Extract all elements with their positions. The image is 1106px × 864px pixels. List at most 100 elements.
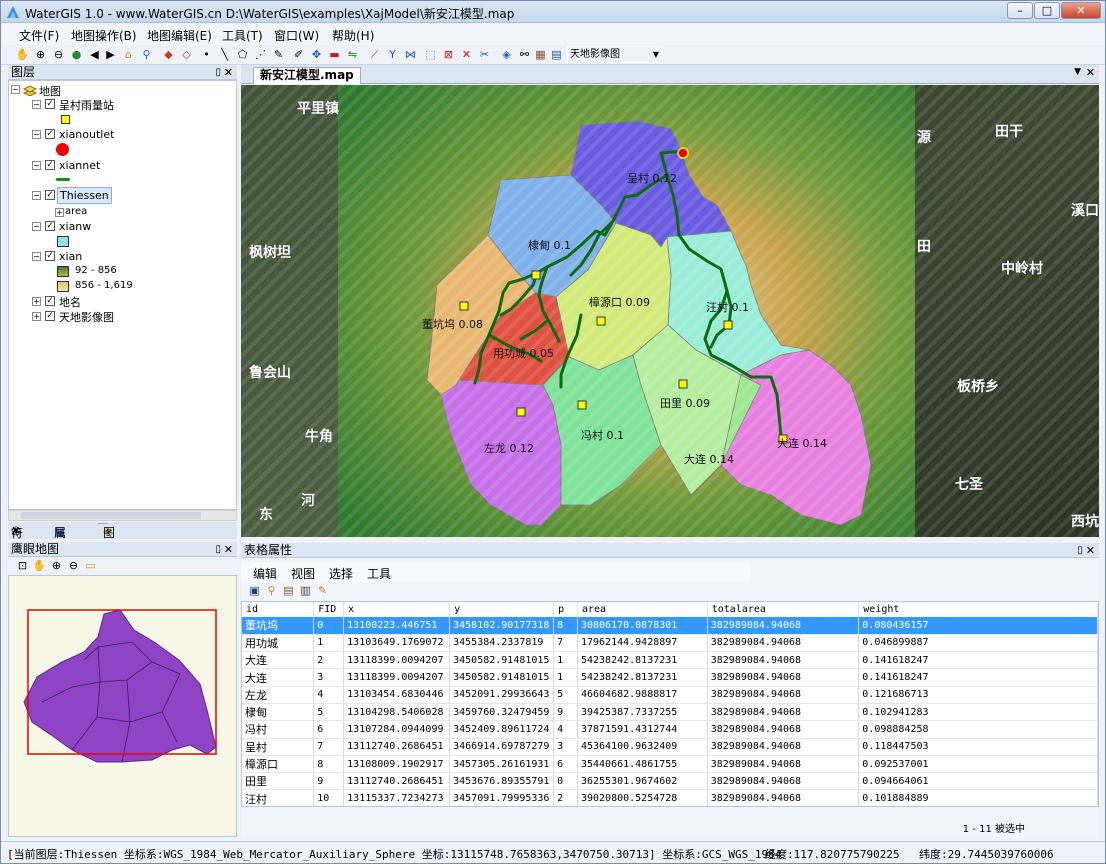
collapse-icon[interactable]: − <box>32 222 41 231</box>
table-row[interactable]: 棣甸 5 13104298.5406028 3459760.32479459 9 3942… <box>242 703 1098 722</box>
export-icon[interactable]: ▤ <box>281 583 296 598</box>
close-button[interactable]: ✕ <box>1061 2 1101 19</box>
collapse-icon[interactable]: − <box>32 191 41 200</box>
collapse-icon[interactable]: − <box>11 85 20 94</box>
pan-icon[interactable]: ✋ <box>32 558 47 573</box>
station-marker[interactable] <box>596 316 606 326</box>
menu-tools[interactable]: 工具(T) <box>222 27 263 44</box>
clear-selection-icon[interactable]: ⊠ <box>441 47 456 62</box>
table-row[interactable]: 用功城 1 13103649.1769072 3455384.2337819 7 1796… <box>242 634 1098 653</box>
tab-layers[interactable]: ◈ 图层 <box>98 523 115 557</box>
layer-label-xianw[interactable]: xianw <box>59 220 91 233</box>
overview-map[interactable] <box>8 575 237 837</box>
close-icon[interactable]: ✕ <box>1086 66 1095 79</box>
table-row[interactable]: 呈村 7 13112740.2686451 3466914.69787279 3 4536… <box>242 738 1098 756</box>
menu-window[interactable]: 窗口(W) <box>274 27 319 44</box>
back-icon[interactable]: ◀ <box>87 47 102 62</box>
cut-icon[interactable]: ✂ <box>477 47 492 62</box>
measure-line-icon[interactable]: ⟋ <box>367 47 382 62</box>
layer-checkbox[interactable]: ✓ <box>45 160 55 170</box>
full-extent-icon[interactable]: ● <box>69 47 84 62</box>
open-folder-icon[interactable]: ▭ <box>83 558 98 573</box>
search-icon[interactable]: ⚲ <box>264 583 279 598</box>
save-icon[interactable]: ▣ <box>247 583 262 598</box>
outlet-point[interactable] <box>677 147 689 159</box>
point-tool-icon[interactable]: • <box>199 47 214 62</box>
menu-map-edit[interactable]: 地图编辑(E) <box>147 27 212 44</box>
line-tool-icon[interactable]: ╲ <box>217 47 232 62</box>
tab-list-icon[interactable]: ▼ <box>1074 67 1081 77</box>
column-header[interactable]: FID <box>313 602 345 617</box>
layer-label-rain-station[interactable]: 呈村雨量站 <box>59 97 114 113</box>
sketch-icon[interactable]: ✐ <box>291 47 306 62</box>
station-marker[interactable] <box>516 407 526 417</box>
delete-icon[interactable]: ✕ <box>459 47 474 62</box>
collapse-icon[interactable]: − <box>32 252 41 261</box>
layer-label-xiannet[interactable]: xiannet <box>59 159 100 172</box>
eraser-icon[interactable]: ▬ <box>327 47 342 62</box>
horizontal-scrollbar[interactable] <box>8 510 237 521</box>
close-icon[interactable]: ✕ <box>1086 543 1095 558</box>
split-icon[interactable]: Y <box>385 47 400 62</box>
table-row[interactable]: 汪村 10 13115337.7234273 3457091.79995336 2 390… <box>242 789 1098 806</box>
layer-checkbox[interactable]: ✓ <box>45 251 55 261</box>
collapse-icon[interactable]: − <box>32 130 41 139</box>
table-row[interactable]: 董坑坞 0 13100223.446751 3458102.90177318 8 3080… <box>242 617 1098 635</box>
expand-icon[interactable]: + <box>55 208 64 217</box>
forward-icon[interactable]: ▶ <box>103 47 118 62</box>
pan-icon[interactable]: ✋ <box>15 47 30 62</box>
layer-label-basemap[interactable]: 天地影像图 <box>59 309 114 325</box>
layer-label-placenames[interactable]: 地名 <box>59 294 81 310</box>
collapse-icon[interactable]: − <box>32 161 41 170</box>
expand-icon[interactable]: + <box>32 312 41 321</box>
move-icon[interactable]: ✥ <box>309 47 324 62</box>
zoom-out-icon[interactable]: ⊖ <box>66 558 81 573</box>
scrollbar-thumb[interactable] <box>21 512 201 519</box>
layer-label-xian[interactable]: xian <box>59 250 82 263</box>
pin-icon[interactable]: ▯ <box>215 542 221 557</box>
table-row[interactable]: 冯村 6 13107284.0944099 3452409.89611724 4 3787… <box>242 720 1098 739</box>
table-row[interactable]: 大连 2 13118399.0094207 3450582.91481015 1 5423… <box>242 651 1098 670</box>
layer-checkbox[interactable]: ✓ <box>45 311 55 321</box>
column-header[interactable]: x <box>343 602 451 617</box>
layer-checkbox[interactable]: ✓ <box>45 190 55 200</box>
pin-icon[interactable]: ▯ <box>215 65 221 80</box>
menu-help[interactable]: 帮助(H) <box>332 27 374 44</box>
column-header[interactable]: area <box>577 602 708 617</box>
station-marker[interactable] <box>577 400 587 410</box>
vertex-tool-icon[interactable]: ⋰ <box>253 47 268 62</box>
edit-icon[interactable]: ✎ <box>315 583 330 598</box>
full-view-icon[interactable]: ⊡ <box>15 558 30 573</box>
pin-icon[interactable]: ▯ <box>1077 543 1083 558</box>
menu-file[interactable]: 文件(F) <box>19 27 59 44</box>
table-menu-edit[interactable]: 编辑 <box>253 565 277 582</box>
layer-checkbox[interactable]: ✓ <box>45 221 55 231</box>
layer-label-xianoutlet[interactable]: xianoutlet <box>59 128 114 141</box>
station-marker[interactable] <box>459 301 469 311</box>
print-icon[interactable]: ▥ <box>298 583 313 598</box>
close-icon[interactable]: ✕ <box>224 542 233 557</box>
station-marker[interactable] <box>678 379 688 389</box>
basemap-select[interactable]: 天地影像图 ▼ <box>567 46 663 63</box>
edit-tool-icon[interactable]: ✎ <box>271 47 286 62</box>
remove-layer-icon[interactable]: ◇ <box>179 47 194 62</box>
table-row[interactable]: 大连 3 13118399.0094207 3450582.91481015 1 5423… <box>242 668 1098 687</box>
zoom-out-icon[interactable]: ⊖ <box>51 47 66 62</box>
maximize-button[interactable]: □ <box>1034 2 1060 19</box>
table-row[interactable]: 樟源口 8 13108009.1902917 3457305.26161931 6 354… <box>242 755 1098 774</box>
column-header[interactable]: weight <box>858 602 1098 617</box>
table-menu-select[interactable]: 选择 <box>329 565 353 582</box>
table-menu-tools[interactable]: 工具 <box>367 565 391 582</box>
layer-checkbox[interactable]: ✓ <box>45 296 55 306</box>
column-header[interactable]: id <box>242 602 315 617</box>
layer-checkbox[interactable]: ✓ <box>45 99 55 109</box>
expand-icon[interactable]: + <box>32 297 41 306</box>
map-canvas[interactable]: 呈村 0.12 棣甸 0.1 樟源口 0.09 汪村 0.1 董坑坞 0.08 … <box>241 85 1099 537</box>
minimize-button[interactable]: – <box>1007 2 1033 19</box>
snap-icon[interactable]: ⋈ <box>403 47 418 62</box>
table-row[interactable]: 田里 9 13112740.2686451 3453676.89355791 0 3625… <box>242 772 1098 791</box>
layer-checkbox[interactable]: ✓ <box>45 129 55 139</box>
station-marker[interactable] <box>531 270 541 280</box>
find-icon[interactable]: ⚯ <box>517 47 532 62</box>
identify-icon[interactable]: ⚲ <box>139 47 154 62</box>
